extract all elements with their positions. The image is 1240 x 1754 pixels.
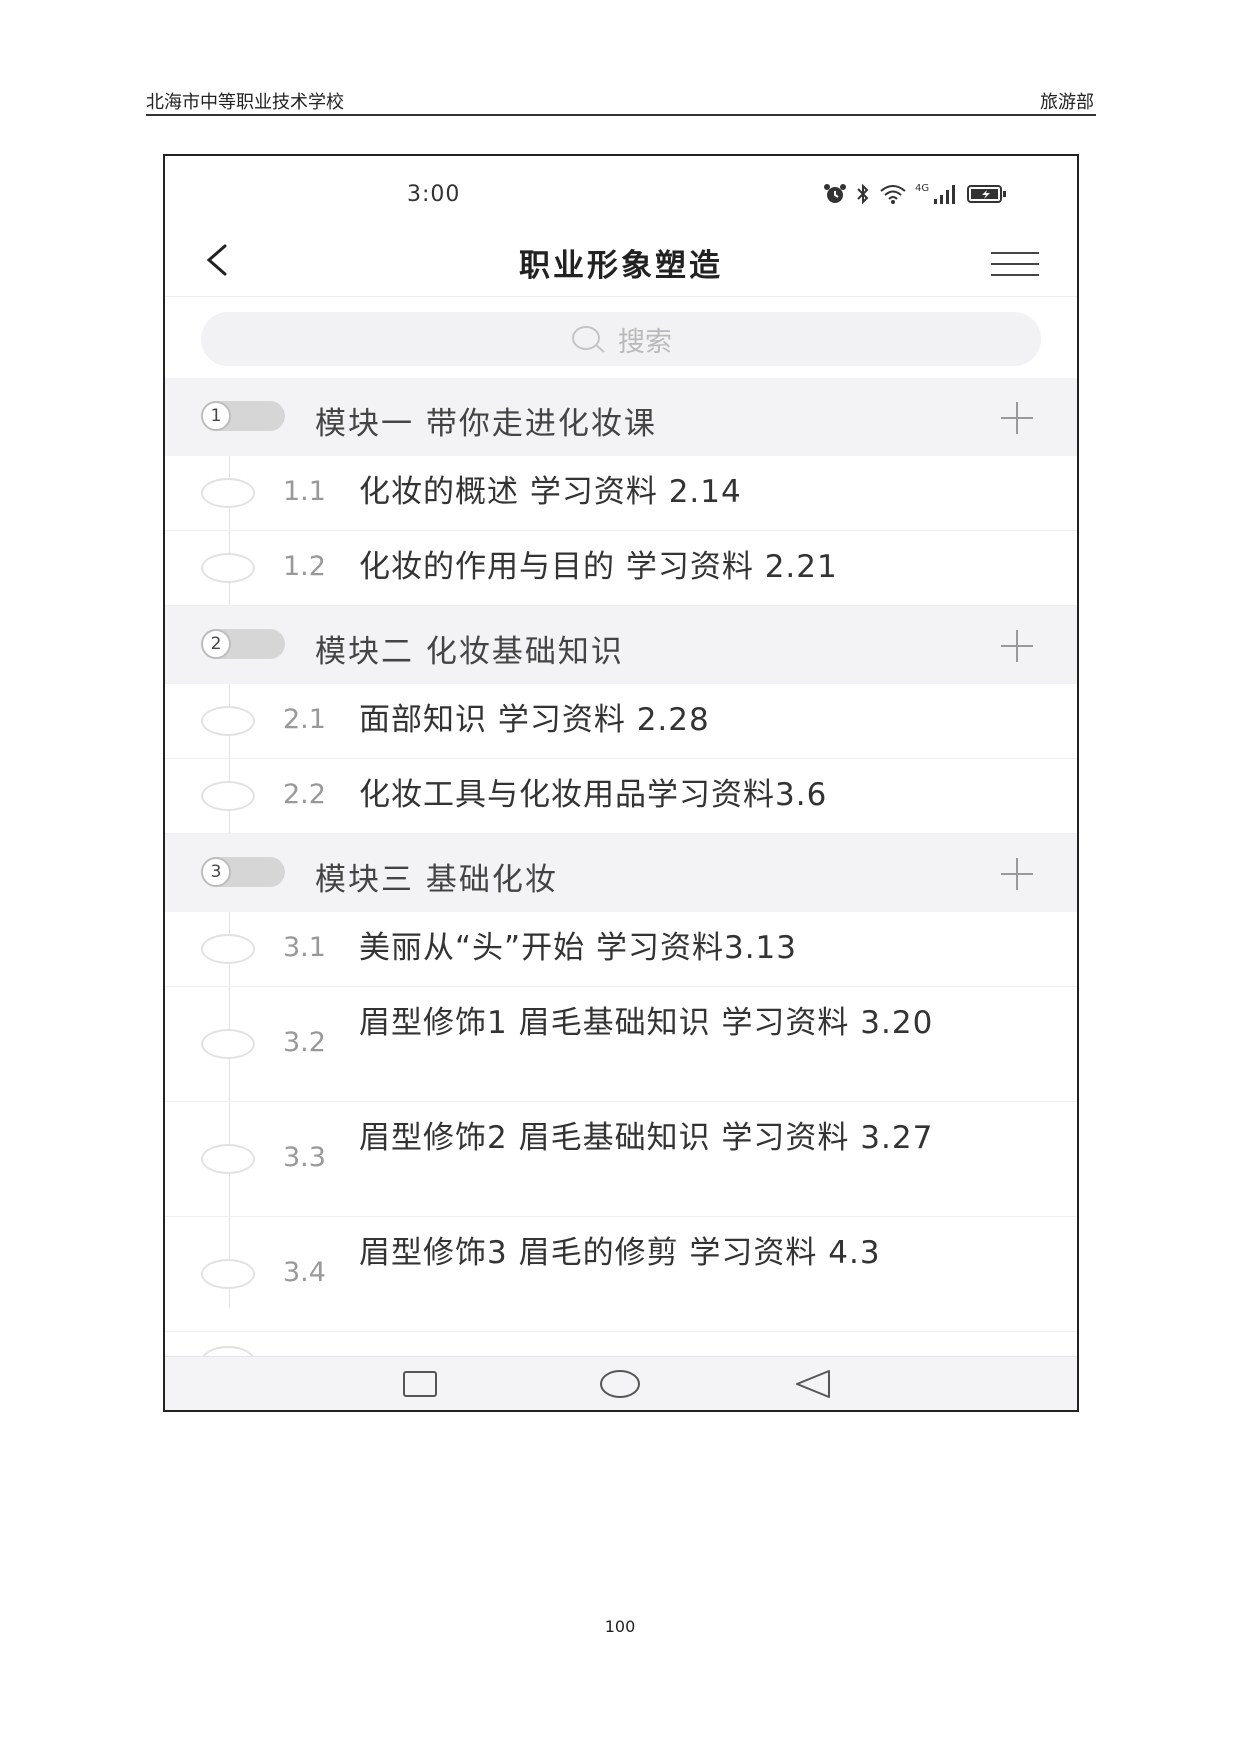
department-name: 旅游部 (1040, 92, 1094, 113)
battery-icon (967, 185, 1007, 203)
lesson-title: 化妆工具与化妆用品学习资料3.6 (359, 777, 828, 813)
module-row[interactable]: 2 模块二 化妆基础知识 (165, 606, 1077, 684)
module-toggle[interactable]: 3 (201, 857, 285, 887)
system-back-icon[interactable] (793, 1369, 833, 1399)
system-navigation-bar (165, 1356, 1077, 1410)
module-title: 模块三 基础化妆 (315, 862, 558, 898)
lesson-status-circle (201, 1144, 255, 1174)
course-outline-list: 1 模块一 带你走进化妆课 1.1 化妆的概述 学习资料 2.14 1.2 化妆… (165, 378, 1077, 1332)
status-time: 3:00 (407, 182, 461, 207)
lesson-title: 面部知识 学习资料 2.28 (359, 702, 710, 738)
status-icons: 4G (823, 182, 1007, 206)
search-bar: 搜索 (201, 312, 1041, 366)
lesson-number: 2.1 (283, 704, 326, 735)
lesson-title: 美丽从“头”开始 学习资料3.13 (359, 930, 797, 966)
expand-plus-icon[interactable] (999, 628, 1035, 664)
module-row[interactable]: 1 模块一 带你走进化妆课 (165, 378, 1077, 456)
lesson-status-circle (201, 1029, 255, 1059)
lesson-status-circle (201, 478, 255, 508)
recent-apps-icon[interactable] (403, 1371, 437, 1397)
lesson-number: 2.2 (283, 779, 326, 810)
module-number: 1 (201, 401, 231, 431)
lesson-row[interactable]: 3.3 眉型修饰2 眉毛基础知识 学习资料 3.27 (165, 1102, 1077, 1217)
lesson-title: 眉型修饰2 眉毛基础知识 学习资料 3.27 (359, 1120, 934, 1156)
school-name: 北海市中等职业技术学校 (146, 92, 344, 113)
lesson-status-circle (201, 934, 255, 964)
status-bar: 3:00 4G (165, 156, 1077, 226)
network-type: 4G (915, 182, 930, 194)
module-number: 3 (201, 857, 231, 887)
expand-plus-icon[interactable] (999, 856, 1035, 892)
lesson-status-circle (201, 781, 255, 811)
lesson-number: 1.2 (283, 551, 326, 582)
search-input[interactable] (201, 312, 1041, 366)
lesson-row[interactable]: 3.1 美丽从“头”开始 学习资料3.13 (165, 912, 1077, 987)
page-title: 职业形象塑造 (519, 248, 723, 284)
lesson-status-circle (201, 553, 255, 583)
phone-screenshot: 3:00 4G 职业形象塑造 搜索 1 模块一 带你走进化妆课 1.1 化妆的概… (163, 154, 1079, 1412)
lesson-number: 3.1 (283, 932, 326, 963)
expand-plus-icon[interactable] (999, 400, 1035, 436)
document-header: 北海市中等职业技术学校 旅游部 (146, 86, 1096, 116)
module-toggle[interactable]: 2 (201, 629, 285, 659)
navigation-bar: 职业形象塑造 (165, 226, 1077, 297)
lesson-number: 1.1 (283, 476, 326, 507)
alarm-icon (824, 184, 846, 203)
lesson-title: 眉型修饰1 眉毛基础知识 学习资料 3.20 (359, 1005, 934, 1041)
lesson-row[interactable]: 3.4 眉型修饰3 眉毛的修剪 学习资料 4.3 (165, 1217, 1077, 1332)
lesson-number: 3.2 (283, 1027, 326, 1058)
lesson-status-circle (201, 706, 255, 736)
page-number: 100 (604, 1617, 636, 1636)
lesson-row[interactable]: 1.2 化妆的作用与目的 学习资料 2.21 (165, 531, 1077, 606)
lesson-status-circle (201, 1259, 255, 1289)
module-title: 模块二 化妆基础知识 (315, 634, 624, 670)
module-row[interactable]: 3 模块三 基础化妆 (165, 834, 1077, 912)
lesson-row[interactable]: 3.2 眉型修饰1 眉毛基础知识 学习资料 3.20 (165, 987, 1077, 1102)
wifi-icon (880, 185, 906, 204)
module-toggle[interactable]: 1 (201, 401, 285, 431)
partial-lesson-row (165, 1336, 1077, 1356)
lesson-row[interactable]: 2.1 面部知识 学习资料 2.28 (165, 684, 1077, 759)
lesson-title: 化妆的作用与目的 学习资料 2.21 (359, 549, 838, 585)
module-title: 模块一 带你走进化妆课 (315, 406, 657, 442)
menu-icon[interactable] (991, 250, 1039, 278)
module-number: 2 (201, 629, 231, 659)
lesson-row[interactable]: 2.2 化妆工具与化妆用品学习资料3.6 (165, 759, 1077, 834)
lesson-number: 3.4 (283, 1257, 326, 1288)
home-icon[interactable] (599, 1369, 641, 1399)
lesson-status-circle (202, 1346, 254, 1356)
lesson-title: 化妆的概述 学习资料 2.14 (359, 474, 742, 510)
bluetooth-icon (857, 183, 869, 205)
lesson-row[interactable]: 1.1 化妆的概述 学习资料 2.14 (165, 456, 1077, 531)
signal-icon (934, 185, 956, 204)
lesson-title: 眉型修饰3 眉毛的修剪 学习资料 4.3 (359, 1235, 881, 1271)
lesson-number: 3.3 (283, 1142, 326, 1173)
